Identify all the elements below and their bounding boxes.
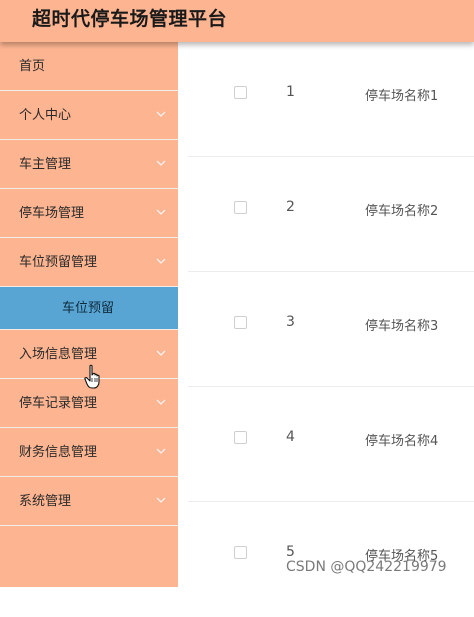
sidebar-item-label: 停车记录管理	[19, 396, 98, 411]
sidebar-item-system-management[interactable]: 系统管理	[0, 477, 178, 526]
top-header: 超时代停车场管理平台	[0, 0, 474, 42]
chevron-down-icon	[156, 448, 166, 454]
row-index: 2	[286, 199, 295, 215]
table-row[interactable]: 3 停车场名称3	[178, 272, 474, 387]
row-index: 3	[286, 314, 295, 330]
chevron-down-icon	[156, 497, 166, 503]
row-checkbox[interactable]	[234, 201, 247, 214]
row-checkbox[interactable]	[234, 546, 247, 559]
sidebar-item-personal-center[interactable]: 个人中心	[0, 91, 178, 140]
sidebar-item-finance-info-management[interactable]: 财务信息管理	[0, 428, 178, 477]
row-index: 1	[286, 84, 295, 100]
sidebar-item-label: 车位预留	[62, 301, 115, 316]
sidebar-item-space-reservation-management[interactable]: 车位预留管理	[0, 238, 178, 287]
parking-lot-name: 停车场名称4	[365, 434, 439, 449]
sidebar: 首页 个人中心 车主管理 停车场管理 车位预留管理 车位预留 入场信息管理 停车…	[0, 42, 178, 587]
row-index: 5	[286, 544, 295, 560]
sidebar-item-label: 入场信息管理	[19, 347, 98, 362]
sidebar-item-entry-info-management[interactable]: 入场信息管理	[0, 330, 178, 379]
sidebar-item-parking-record-management[interactable]: 停车记录管理	[0, 379, 178, 428]
row-checkbox[interactable]	[234, 86, 247, 99]
sidebar-item-home[interactable]: 首页	[0, 42, 178, 91]
chevron-down-icon	[156, 111, 166, 117]
table-row[interactable]: 1 停车场名称1	[178, 42, 474, 157]
sidebar-subitem-space-reservation[interactable]: 车位预留	[0, 287, 178, 330]
content-area: 1 停车场名称1 2 停车场名称2 3 停车场名称3 4 停车场名称4 5 停车…	[178, 42, 474, 587]
table-row[interactable]: 2 停车场名称2	[178, 157, 474, 272]
chevron-down-icon	[156, 209, 166, 215]
sidebar-item-label: 首页	[19, 59, 46, 74]
sidebar-item-label: 系统管理	[19, 494, 72, 509]
parking-lot-name: 停车场名称2	[365, 204, 439, 219]
chevron-down-icon	[156, 350, 166, 356]
chevron-down-icon	[156, 160, 166, 166]
app-title: 超时代停车场管理平台	[32, 8, 228, 30]
row-index: 4	[286, 429, 295, 445]
row-checkbox[interactable]	[234, 431, 247, 444]
table-row[interactable]: 4 停车场名称4	[178, 387, 474, 502]
parking-lot-name: 停车场名称1	[365, 89, 439, 104]
parking-lot-name: 停车场名称3	[365, 319, 439, 334]
sidebar-item-label: 个人中心	[19, 108, 72, 123]
row-checkbox[interactable]	[234, 316, 247, 329]
chevron-down-icon	[156, 399, 166, 405]
sidebar-item-parking-lot-management[interactable]: 停车场管理	[0, 189, 178, 238]
sidebar-item-label: 财务信息管理	[19, 445, 98, 460]
watermark: CSDN @QQ242219979	[286, 559, 447, 575]
sidebar-item-label: 停车场管理	[19, 206, 85, 221]
sidebar-item-label: 车主管理	[19, 157, 72, 172]
sidebar-item-label: 车位预留管理	[19, 255, 98, 270]
sidebar-item-owner-management[interactable]: 车主管理	[0, 140, 178, 189]
chevron-down-icon	[156, 258, 166, 264]
